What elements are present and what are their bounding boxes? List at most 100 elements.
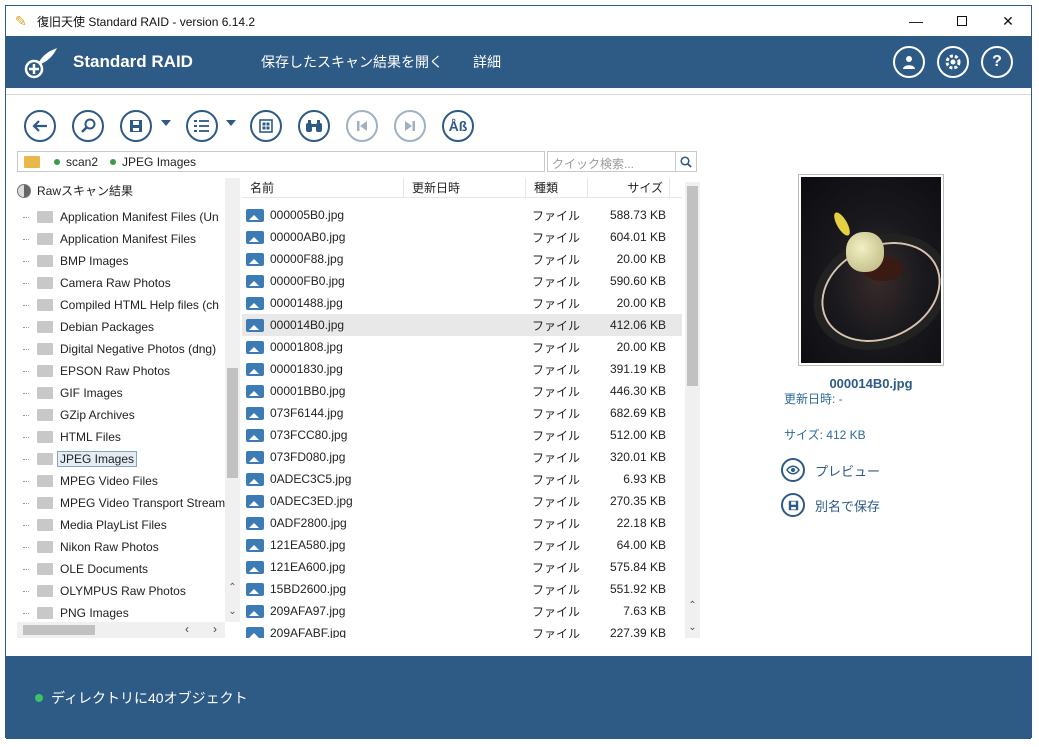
table-row[interactable]: 00000AB0.jpg ファイル 604.01 KB bbox=[242, 226, 682, 248]
search-button[interactable] bbox=[675, 151, 697, 172]
menu-details[interactable]: 詳細 bbox=[473, 52, 501, 72]
cell-type: ファイル bbox=[532, 340, 581, 355]
preview-button[interactable]: プレビュー bbox=[781, 458, 880, 482]
tree-item[interactable]: OLE Documents bbox=[17, 558, 229, 580]
tree-item[interactable]: EPSON Raw Photos bbox=[17, 360, 229, 382]
scroll-thumb[interactable] bbox=[23, 625, 95, 635]
scroll-right-icon[interactable]: › bbox=[213, 622, 217, 636]
file-name: 209AFA97.jpg bbox=[270, 604, 346, 618]
grid-view-button[interactable] bbox=[250, 110, 282, 142]
table-row[interactable]: 209AFABF.jpg ファイル 227.39 KB bbox=[242, 622, 682, 638]
scroll-thumb[interactable] bbox=[687, 186, 698, 386]
scroll-thumb[interactable] bbox=[227, 368, 238, 478]
tree-item[interactable]: GZip Archives bbox=[17, 404, 229, 426]
column-header-size[interactable]: サイズ bbox=[588, 178, 670, 198]
image-file-icon bbox=[246, 626, 264, 638]
tree-item-label: PNG Images bbox=[60, 606, 129, 620]
save-dropdown-arrow[interactable] bbox=[161, 120, 171, 126]
cell-size: 20.00 KB bbox=[616, 296, 666, 310]
file-list-vertical-scrollbar[interactable]: ⌃ ⌄ bbox=[685, 182, 700, 638]
tree-item-label: Application Manifest Files bbox=[60, 232, 197, 246]
tree-item[interactable]: BMP Images bbox=[17, 250, 229, 272]
scroll-up-icon[interactable]: ⌃ bbox=[685, 600, 700, 611]
settings-button[interactable] bbox=[937, 46, 969, 78]
table-row[interactable]: 000005B0.jpg ファイル 588.73 KB bbox=[242, 204, 682, 226]
menu-open-saved-scan[interactable]: 保存したスキャン結果を開く bbox=[261, 52, 443, 72]
tree-item[interactable]: OLYMPUS Raw Photos bbox=[17, 580, 229, 602]
table-row[interactable]: 0ADEC3C5.jpg ファイル 6.93 KB bbox=[242, 468, 682, 490]
gear-icon bbox=[945, 54, 961, 70]
user-button[interactable] bbox=[893, 46, 925, 78]
minimize-button[interactable]: — bbox=[893, 6, 939, 36]
tree-item-label: HTML Files bbox=[60, 430, 121, 444]
scroll-up-icon[interactable]: ⌃ bbox=[225, 582, 240, 597]
tree-item[interactable]: MPEG Video Transport Stream bbox=[17, 492, 229, 514]
table-row[interactable]: 00001488.jpg ファイル 20.00 KB bbox=[242, 292, 682, 314]
breadcrumb-item-scan[interactable]: scan2 bbox=[66, 155, 98, 169]
help-button[interactable]: ? bbox=[981, 46, 1013, 78]
tree-item[interactable]: Media PlayList Files bbox=[17, 514, 229, 536]
tree-item[interactable]: Compiled HTML Help files (ch bbox=[17, 294, 229, 316]
file-name: 121EA600.jpg bbox=[270, 560, 346, 574]
search-input[interactable]: クイック検索... bbox=[547, 151, 676, 172]
table-row[interactable]: 00000F88.jpg ファイル 20.00 KB bbox=[242, 248, 682, 270]
close-button[interactable]: ✕ bbox=[985, 6, 1031, 36]
scroll-left-icon[interactable]: ‹ bbox=[185, 622, 189, 636]
view-dropdown-arrow[interactable] bbox=[226, 120, 236, 126]
tree-item[interactable]: Debian Packages bbox=[17, 316, 229, 338]
table-row[interactable]: 15BD2600.jpg ファイル 551.92 KB bbox=[242, 578, 682, 600]
tree-item[interactable]: Nikon Raw Photos bbox=[17, 536, 229, 558]
table-row[interactable]: 00001808.jpg ファイル 20.00 KB bbox=[242, 336, 682, 358]
folder-icon bbox=[37, 387, 53, 399]
character-button[interactable]: Åß bbox=[442, 110, 474, 142]
tree-item[interactable]: Camera Raw Photos bbox=[17, 272, 229, 294]
table-row[interactable]: 0ADEC3ED.jpg ファイル 270.35 KB bbox=[242, 490, 682, 512]
column-header-type[interactable]: 種類 bbox=[526, 178, 588, 198]
tree-item[interactable]: Digital Negative Photos (dng) bbox=[17, 338, 229, 360]
column-header-name[interactable]: 名前 bbox=[242, 178, 404, 198]
table-row[interactable]: 121EA580.jpg ファイル 64.00 KB bbox=[242, 534, 682, 556]
tree-item[interactable]: GIF Images bbox=[17, 382, 229, 404]
status-bar: ディレクトリに40オブジェクト bbox=[6, 656, 1031, 739]
back-button[interactable] bbox=[24, 110, 56, 142]
scroll-down-icon[interactable]: ⌄ bbox=[685, 622, 700, 633]
table-row[interactable]: 073FCC80.jpg ファイル 512.00 KB bbox=[242, 424, 682, 446]
scroll-down-icon[interactable]: ⌄ bbox=[225, 606, 240, 621]
table-row[interactable]: 000014B0.jpg ファイル 412.06 KB bbox=[242, 314, 682, 336]
tree-item[interactable]: JPEG Images bbox=[17, 448, 229, 470]
table-row[interactable]: 073FD080.jpg ファイル 320.01 KB bbox=[242, 446, 682, 468]
search-scan-button[interactable] bbox=[72, 110, 104, 142]
tree-horizontal-scrollbar[interactable]: ‹ › bbox=[17, 622, 225, 638]
column-header-date[interactable]: 更新日時 bbox=[404, 178, 526, 198]
breadcrumb-item-folder[interactable]: JPEG Images bbox=[122, 155, 196, 169]
file-name: 000014B0.jpg bbox=[270, 318, 345, 332]
tree-vertical-scrollbar[interactable]: ⌃ ⌄ bbox=[225, 178, 240, 622]
table-row[interactable]: 00000FB0.jpg ファイル 590.60 KB bbox=[242, 270, 682, 292]
ab-icon: Åß bbox=[448, 118, 468, 134]
table-row[interactable]: 00001830.jpg ファイル 391.19 KB bbox=[242, 358, 682, 380]
find-button[interactable] bbox=[298, 110, 330, 142]
tree-item[interactable]: Application Manifest Files bbox=[17, 228, 229, 250]
table-row[interactable]: 209AFA97.jpg ファイル 7.63 KB bbox=[242, 600, 682, 622]
tree-item[interactable]: PNG Images bbox=[17, 602, 229, 624]
tree-item[interactable]: HTML Files bbox=[17, 426, 229, 448]
table-row[interactable]: 073F6144.jpg ファイル 682.69 KB bbox=[242, 402, 682, 424]
cell-size: 20.00 KB bbox=[616, 340, 666, 354]
maximize-button[interactable] bbox=[939, 6, 985, 36]
table-row[interactable]: 0ADF2800.jpg ファイル 22.18 KB bbox=[242, 512, 682, 534]
table-row[interactable]: 00001BB0.jpg ファイル 446.30 KB bbox=[242, 380, 682, 402]
save-as-button[interactable]: 別名で保存 bbox=[781, 493, 880, 517]
list-view-button[interactable] bbox=[186, 110, 218, 142]
cell-size: 64.00 KB bbox=[616, 538, 666, 552]
table-row[interactable]: 121EA600.jpg ファイル 575.84 KB bbox=[242, 556, 682, 578]
tree-item[interactable]: Application Manifest Files (Un bbox=[17, 206, 229, 228]
tree-item-label: OLYMPUS Raw Photos bbox=[60, 584, 186, 598]
tree-item[interactable]: MPEG Video Files bbox=[17, 470, 229, 492]
next-button[interactable] bbox=[394, 110, 426, 142]
save-button[interactable] bbox=[120, 110, 152, 142]
tree-item-label: MPEG Video Transport Stream bbox=[60, 496, 226, 510]
previous-button[interactable] bbox=[346, 110, 378, 142]
file-name: 00001830.jpg bbox=[270, 362, 343, 376]
tree-root[interactable]: Rawスキャン結果 bbox=[17, 182, 133, 199]
cell-name: 00000AB0.jpg bbox=[242, 230, 404, 244]
